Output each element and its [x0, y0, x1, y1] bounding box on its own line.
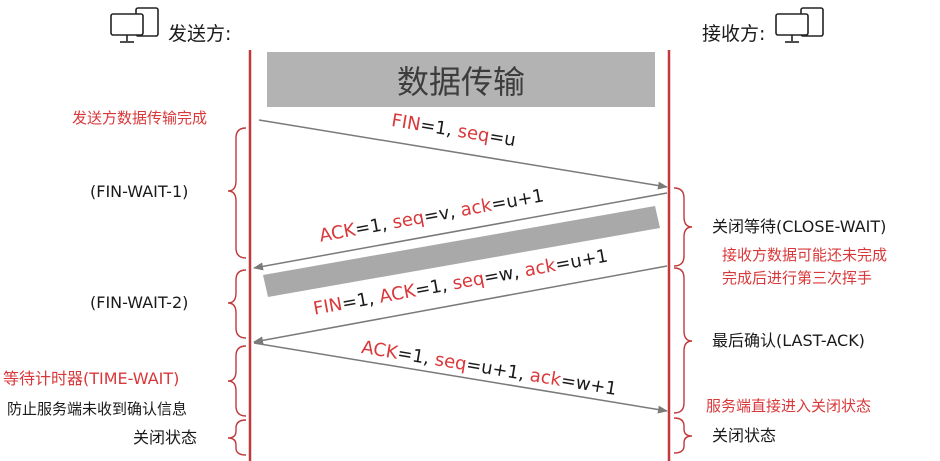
- brace-time-wait: [227, 345, 247, 417]
- time-wait-note: 防止服务端未收到确认信息: [7, 400, 188, 418]
- close-wait-note-1: 接收方数据可能还未完成: [722, 246, 888, 264]
- receiver-label: 接收方:: [702, 23, 766, 45]
- brace-fin-wait-2: [227, 269, 247, 339]
- sender-done-note: 发送方数据传输完成: [72, 109, 208, 127]
- sender-closed-state: 关闭状态: [133, 428, 198, 447]
- close-wait-note-2: 完成后进行第三次挥手: [722, 269, 873, 287]
- fin-wait-1-state: (FIN-WAIT-1): [90, 182, 189, 201]
- brace-fin-wait-1: [227, 127, 247, 259]
- data-transfer-banner: 数据传输: [267, 52, 655, 107]
- sender-label: 发送方:: [168, 23, 232, 45]
- time-wait-state: 等待计时器(TIME-WAIT): [3, 369, 180, 388]
- fin1-seq-value: =u: [487, 126, 518, 152]
- fin-wait-2-state: (FIN-WAIT-2): [90, 293, 189, 312]
- brace-close-wait: [673, 187, 693, 267]
- tcp-four-way-handshake-diagram: 发送方: 接收方: 数据传输 FIN=1, seq=u ACK=1, seq=v…: [0, 0, 940, 461]
- server-close-note: 服务端直接进入关闭状态: [706, 397, 872, 415]
- fin1-flag: FIN: [389, 110, 423, 136]
- brace-receiver-closed: [673, 417, 693, 454]
- receiver-closed-state: 关闭状态: [712, 426, 777, 445]
- close-wait-state: 关闭等待(CLOSE-WAIT): [712, 217, 887, 236]
- receiver-computer-icon: [775, 7, 824, 43]
- last-ack-state: 最后确认(LAST-ACK): [712, 331, 865, 350]
- brace-last-ack: [673, 267, 693, 414]
- brace-sender-closed: [227, 419, 247, 456]
- sender-computer-icon: [110, 7, 159, 43]
